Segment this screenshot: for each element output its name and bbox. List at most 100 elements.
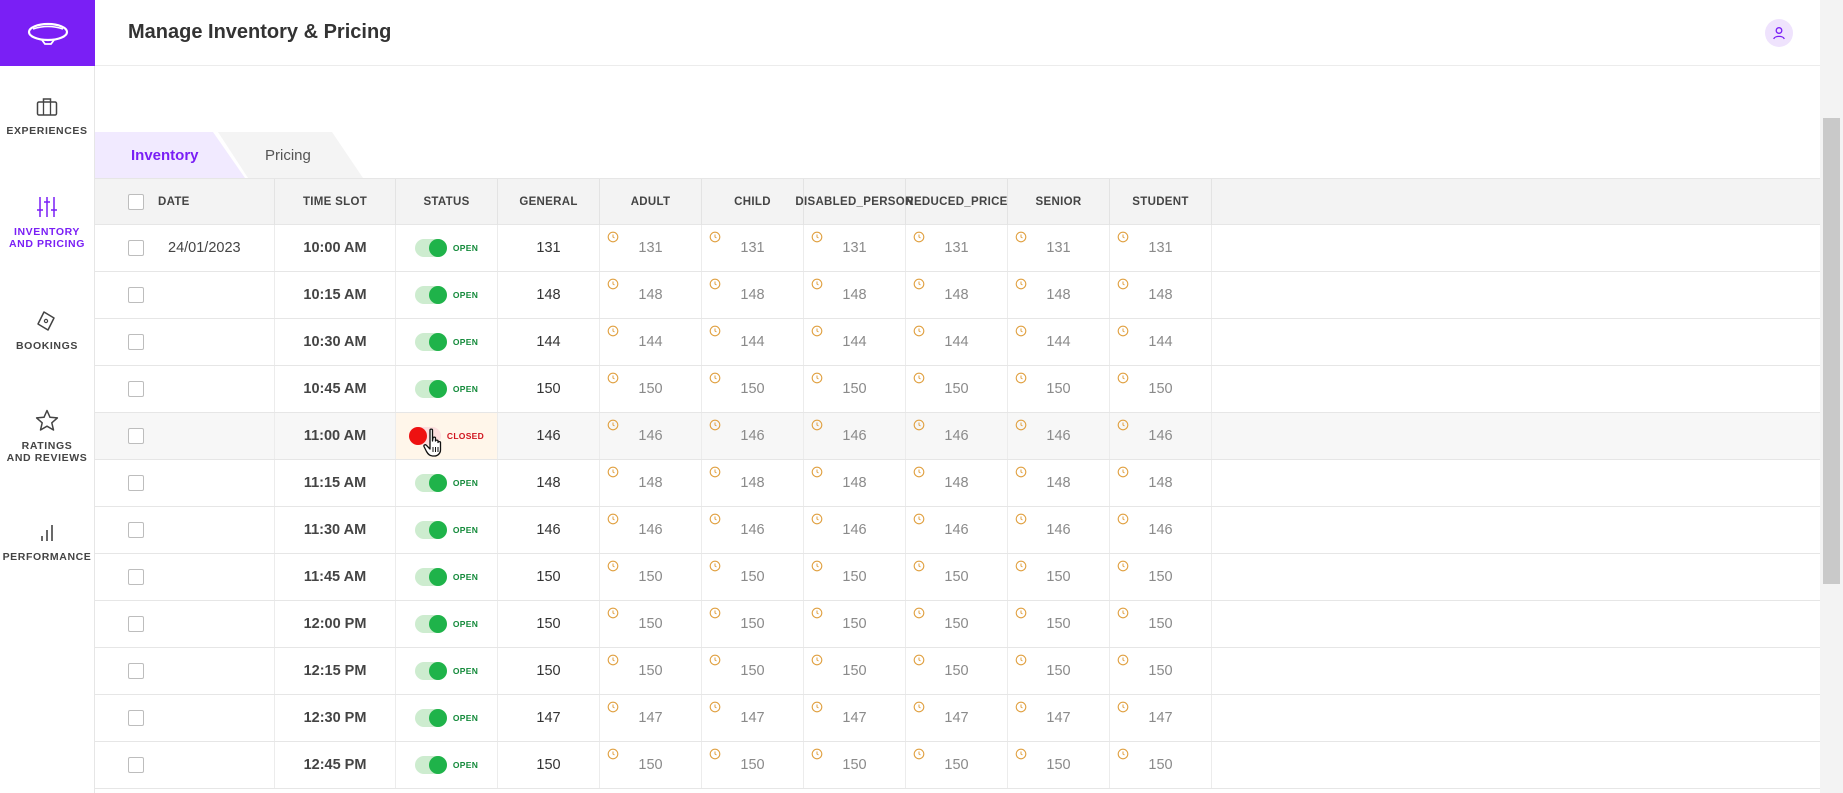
toggle-switch[interactable] — [414, 380, 447, 398]
adult-qty-cell[interactable]: 150 — [600, 601, 702, 647]
adult-qty-cell[interactable]: 131 — [600, 225, 702, 271]
toggle-switch[interactable] — [414, 709, 447, 727]
general-qty[interactable]: 148 — [498, 460, 600, 506]
senior-qty-cell[interactable]: 150 — [1008, 648, 1110, 694]
sidebar-item-performance[interactable]: PERFORMANCE — [0, 523, 94, 563]
general-qty[interactable]: 150 — [498, 366, 600, 412]
row-checkbox[interactable] — [128, 663, 144, 679]
senior-qty-cell[interactable]: 148 — [1008, 272, 1110, 318]
row-checkbox[interactable] — [128, 522, 144, 538]
row-checkbox[interactable] — [128, 757, 144, 773]
toggle-switch[interactable] — [414, 521, 447, 539]
general-qty[interactable]: 144 — [498, 319, 600, 365]
student-qty-cell[interactable]: 150 — [1110, 366, 1212, 412]
toggle-switch[interactable] — [414, 474, 447, 492]
student-qty-cell[interactable]: 131 — [1110, 225, 1212, 271]
disabled-person-qty-cell[interactable]: 150 — [804, 554, 906, 600]
reduced-price-qty-cell[interactable]: 150 — [906, 601, 1008, 647]
child-qty-cell[interactable]: 150 — [702, 554, 804, 600]
disabled-person-qty-cell[interactable]: 150 — [804, 648, 906, 694]
reduced-price-qty-cell[interactable]: 147 — [906, 695, 1008, 741]
reduced-price-qty-cell[interactable]: 150 — [906, 648, 1008, 694]
status-toggle[interactable]: OPEN — [414, 756, 478, 774]
child-qty-cell[interactable]: 148 — [702, 272, 804, 318]
adult-qty-cell[interactable]: 150 — [600, 648, 702, 694]
adult-qty-cell[interactable]: 148 — [600, 272, 702, 318]
row-checkbox[interactable] — [128, 569, 144, 585]
status-toggle[interactable]: OPEN — [414, 474, 478, 492]
general-qty[interactable]: 147 — [498, 695, 600, 741]
reduced-price-qty-cell[interactable]: 144 — [906, 319, 1008, 365]
child-qty-cell[interactable]: 147 — [702, 695, 804, 741]
senior-qty-cell[interactable]: 144 — [1008, 319, 1110, 365]
student-qty-cell[interactable]: 146 — [1110, 413, 1212, 459]
student-qty-cell[interactable]: 144 — [1110, 319, 1212, 365]
student-qty-cell[interactable]: 146 — [1110, 507, 1212, 553]
status-toggle[interactable]: OPEN — [414, 380, 478, 398]
senior-qty-cell[interactable]: 150 — [1008, 554, 1110, 600]
adult-qty-cell[interactable]: 147 — [600, 695, 702, 741]
select-all-checkbox[interactable] — [128, 194, 144, 210]
status-toggle[interactable]: OPEN — [414, 333, 478, 351]
adult-qty-cell[interactable]: 144 — [600, 319, 702, 365]
status-toggle[interactable]: OPEN — [414, 239, 478, 257]
status-toggle[interactable]: CLOSED — [408, 427, 484, 445]
toggle-switch[interactable] — [414, 615, 447, 633]
adult-qty-cell[interactable]: 150 — [600, 742, 702, 788]
row-checkbox[interactable] — [128, 428, 144, 444]
row-checkbox[interactable] — [128, 240, 144, 256]
student-qty-cell[interactable]: 147 — [1110, 695, 1212, 741]
status-toggle[interactable]: OPEN — [414, 568, 478, 586]
row-checkbox[interactable] — [128, 287, 144, 303]
general-qty[interactable]: 150 — [498, 554, 600, 600]
senior-qty-cell[interactable]: 148 — [1008, 460, 1110, 506]
sidebar-item-bookings[interactable]: BOOKINGS — [0, 310, 94, 352]
reduced-price-qty-cell[interactable]: 148 — [906, 272, 1008, 318]
sidebar-item-inventory-and-pricing[interactable]: INVENTORY AND PRICING — [0, 196, 94, 250]
senior-qty-cell[interactable]: 150 — [1008, 601, 1110, 647]
child-qty-cell[interactable]: 131 — [702, 225, 804, 271]
student-qty-cell[interactable]: 150 — [1110, 742, 1212, 788]
row-checkbox[interactable] — [128, 710, 144, 726]
senior-qty-cell[interactable]: 150 — [1008, 742, 1110, 788]
scrollbar-thumb[interactable] — [1823, 118, 1840, 584]
row-checkbox[interactable] — [128, 616, 144, 632]
row-checkbox[interactable] — [128, 475, 144, 491]
sidebar-item-experiences[interactable]: EXPERIENCES — [0, 97, 94, 137]
toggle-switch[interactable] — [414, 239, 447, 257]
adult-qty-cell[interactable]: 148 — [600, 460, 702, 506]
reduced-price-qty-cell[interactable]: 131 — [906, 225, 1008, 271]
toggle-switch[interactable] — [414, 756, 447, 774]
general-qty[interactable]: 150 — [498, 601, 600, 647]
sidebar-item-ratings-and-reviews[interactable]: RATINGS AND REVIEWS — [0, 409, 94, 464]
student-qty-cell[interactable]: 148 — [1110, 272, 1212, 318]
general-qty[interactable]: 150 — [498, 742, 600, 788]
disabled-person-qty-cell[interactable]: 147 — [804, 695, 906, 741]
child-qty-cell[interactable]: 146 — [702, 507, 804, 553]
student-qty-cell[interactable]: 150 — [1110, 648, 1212, 694]
adult-qty-cell[interactable]: 146 — [600, 413, 702, 459]
child-qty-cell[interactable]: 150 — [702, 366, 804, 412]
avatar[interactable] — [1765, 19, 1793, 47]
adult-qty-cell[interactable]: 150 — [600, 366, 702, 412]
reduced-price-qty-cell[interactable]: 150 — [906, 554, 1008, 600]
disabled-person-qty-cell[interactable]: 150 — [804, 601, 906, 647]
reduced-price-qty-cell[interactable]: 150 — [906, 366, 1008, 412]
child-qty-cell[interactable]: 150 — [702, 601, 804, 647]
disabled-person-qty-cell[interactable]: 146 — [804, 413, 906, 459]
senior-qty-cell[interactable]: 146 — [1008, 413, 1110, 459]
disabled-person-qty-cell[interactable]: 146 — [804, 507, 906, 553]
child-qty-cell[interactable]: 150 — [702, 742, 804, 788]
row-checkbox[interactable] — [128, 381, 144, 397]
toggle-switch[interactable] — [414, 286, 447, 304]
student-qty-cell[interactable]: 150 — [1110, 554, 1212, 600]
toggle-switch[interactable] — [414, 568, 447, 586]
reduced-price-qty-cell[interactable]: 146 — [906, 507, 1008, 553]
disabled-person-qty-cell[interactable]: 150 — [804, 742, 906, 788]
disabled-person-qty-cell[interactable]: 148 — [804, 460, 906, 506]
student-qty-cell[interactable]: 150 — [1110, 601, 1212, 647]
toggle-switch[interactable] — [414, 662, 447, 680]
general-qty[interactable]: 150 — [498, 648, 600, 694]
general-qty[interactable]: 146 — [498, 507, 600, 553]
disabled-person-qty-cell[interactable]: 131 — [804, 225, 906, 271]
